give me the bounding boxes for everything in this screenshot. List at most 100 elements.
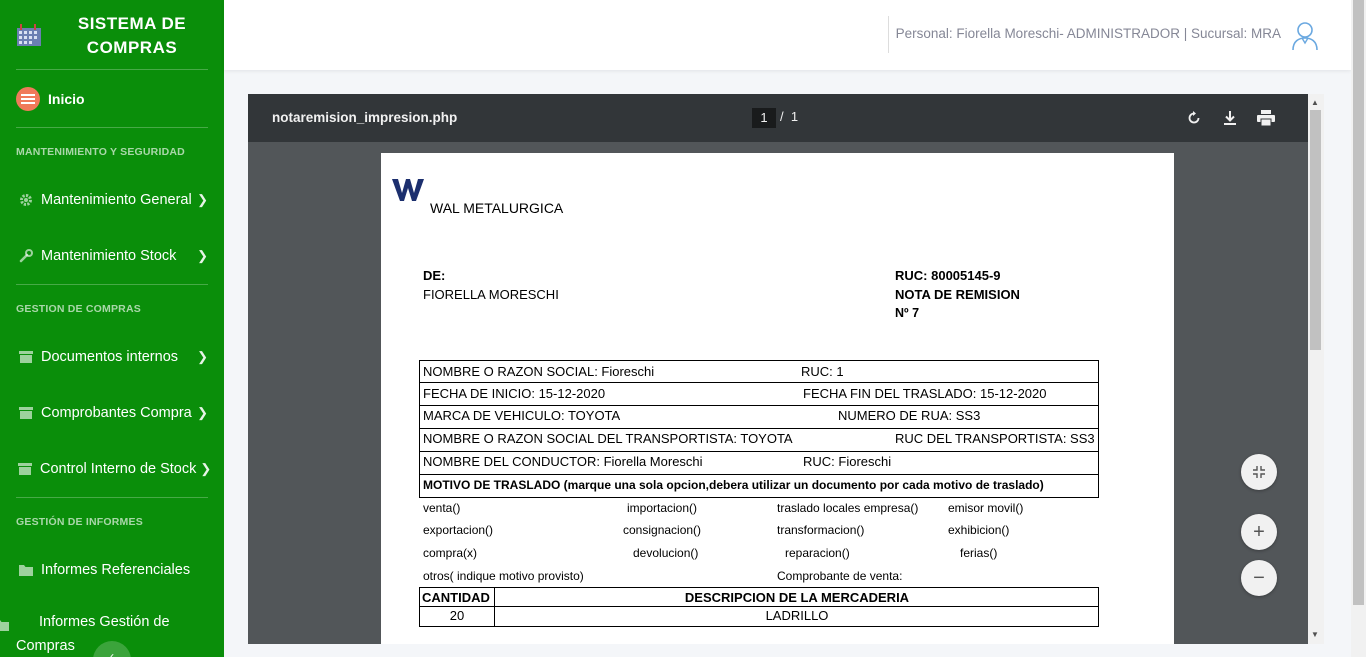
info-cell: NOMBRE O RAZON SOCIAL: Fioreschi	[423, 364, 655, 379]
motive-option: devolucion()	[633, 546, 699, 560]
chevron-up-icon: ‹	[110, 649, 114, 657]
folder-icon	[0, 615, 9, 639]
section-heading-purchases: GESTION DE COMPRAS	[16, 303, 141, 315]
topbar: Personal: Fiorella Moreschi- ADMINISTRAD…	[224, 0, 1351, 70]
chevron-right-icon: ❯	[197, 349, 208, 364]
motive-option: reparacion()	[785, 546, 850, 560]
page-scrollbar[interactable]	[1351, 0, 1366, 657]
scroll-down-icon[interactable]: ▼	[1311, 630, 1319, 639]
info-row: NOMBRE O RAZON SOCIAL: Fioreschi RUC: 1	[419, 360, 1099, 383]
archive-box-icon	[18, 463, 32, 475]
document-type: NOTA DE REMISION	[895, 287, 1020, 302]
gear-icon	[18, 193, 33, 207]
motive-header-row: MOTIVO DE TRASLADO (marque una sola opci…	[419, 475, 1099, 498]
page-count: / 1	[780, 109, 798, 124]
motive-option: Comprobante de venta:	[777, 569, 903, 583]
user-info[interactable]: Personal: Fiorella Moreschi- ADMINISTRAD…	[896, 26, 1281, 41]
fit-page-icon	[1253, 466, 1265, 478]
pdf-filename: notaremision_impresion.php	[272, 110, 458, 125]
print-icon	[1257, 110, 1275, 126]
brand[interactable]: SISTEMA DE COMPRAS	[16, 0, 208, 70]
table-header-description: DESCRIPCION DE LA MERCADERIA	[684, 590, 910, 605]
viewer-scroll-thumb[interactable]	[1310, 110, 1321, 350]
page-scroll-thumb[interactable]	[1353, 0, 1364, 605]
info-row: FECHA DE INICIO: 15-12-2020 FECHA FIN DE…	[419, 383, 1099, 406]
motive-option: otros( indique motivo provisto)	[423, 569, 584, 583]
document-number: Nº 7	[895, 306, 920, 320]
page-separator: /	[780, 109, 784, 124]
motive-option: ferias()	[960, 546, 998, 560]
chevron-right-icon: ❯	[197, 192, 208, 207]
archive-box-icon	[18, 407, 33, 419]
user-avatar-icon[interactable]	[1289, 19, 1321, 51]
section-heading-security: MANTENIMIENTO Y SEGURIDAD	[16, 146, 185, 158]
nav-item-label: Informes Referenciales	[41, 562, 191, 578]
company-name: WAL METALURGICA	[430, 200, 564, 216]
info-cell: FECHA FIN DEL TRASLADO: 15-12-2020	[803, 386, 1047, 401]
motive-option: emisor movil()	[948, 501, 1024, 515]
sidebar: SISTEMA DE COMPRAS Inicio MANTENIMIENTO …	[0, 0, 224, 657]
info-cell: RUC DEL TRANSPORTISTA: SS3	[895, 431, 1095, 446]
info-row: NOMBRE DEL CONDUCTOR: Fiorella Moreschi …	[419, 452, 1099, 475]
company-logo	[392, 179, 424, 201]
rotate-button[interactable]	[1182, 106, 1206, 130]
motive-option: exhibicion()	[948, 523, 1010, 537]
info-cell: FECHA DE INICIO: 15-12-2020	[423, 386, 606, 401]
motive-header: MOTIVO DE TRASLADO (marque una sola opci…	[423, 478, 1044, 492]
company-ruc: RUC: 80005145-9	[895, 268, 1001, 283]
nav-item-label: Mantenimiento Stock	[41, 248, 177, 264]
download-button[interactable]	[1218, 106, 1242, 130]
nav-item-general-maintenance[interactable]: Mantenimiento General ❯	[0, 172, 224, 228]
motive-option: exportacion()	[423, 523, 494, 537]
nav-item-label: Control Interno de Stock	[40, 461, 197, 477]
nav-item-purchase-receipts[interactable]: Comprobantes Compra ❯	[0, 385, 224, 441]
goods-table-header: CANTIDAD DESCRIPCION DE LA MERCADERIA	[419, 587, 1099, 607]
page-number-input[interactable]: 1	[752, 108, 776, 128]
info-cell: RUC: Fioreschi	[803, 454, 892, 469]
nav-item-label: Mantenimiento General	[41, 192, 192, 208]
zoom-out-button[interactable]: −	[1241, 560, 1277, 596]
motive-option: venta()	[423, 501, 461, 515]
chevron-right-icon: ❯	[197, 248, 208, 263]
chevron-right-icon: ❯	[197, 405, 208, 420]
motive-option: traslado locales empresa()	[777, 501, 919, 515]
minus-icon: −	[1253, 566, 1265, 589]
archive-box-icon	[18, 351, 33, 363]
calendar-grid-icon	[17, 24, 41, 46]
info-cell: NUMERO DE RUA: SS3	[838, 408, 981, 423]
from-label: DE:	[423, 268, 446, 283]
nav-home[interactable]: Inicio	[16, 70, 208, 128]
folder-icon	[18, 564, 33, 576]
pdf-viewer: notaremision_impresion.php 1 / 1 WAL MET…	[248, 94, 1308, 644]
download-icon	[1224, 111, 1236, 125]
home-dashboard-icon	[16, 86, 40, 111]
zoom-in-button[interactable]: +	[1241, 514, 1277, 550]
pdf-page: WAL METALURGICA DE: FIORELLA MORESCHI RU…	[381, 153, 1174, 644]
print-button[interactable]	[1254, 106, 1278, 130]
plus-icon: +	[1253, 520, 1265, 543]
wrench-icon	[18, 249, 33, 263]
table-cell-description: LADRILLO	[765, 608, 829, 623]
page-total: 1	[790, 109, 799, 124]
chevron-right-icon: ❯	[200, 461, 212, 476]
info-cell: MARCA DE VEHICULO: TOYOTA	[423, 408, 621, 423]
table-header-quantity: CANTIDAD	[422, 590, 490, 605]
viewer-scrollbar[interactable]: ▲ ▼	[1308, 94, 1324, 644]
motive-option: compra(x)	[423, 546, 478, 560]
nav-item-internal-documents[interactable]: Documentos internos ❯	[0, 329, 224, 385]
nav-item-label: Comprobantes Compra	[41, 405, 192, 421]
motive-option: transformacion()	[777, 523, 865, 537]
nav-item-reference-reports[interactable]: Informes Referenciales	[0, 542, 224, 598]
info-cell: RUC: 1	[801, 364, 844, 379]
fit-page-button[interactable]	[1241, 454, 1277, 490]
brand-title: SISTEMA DE COMPRAS	[56, 12, 208, 60]
info-cell: NOMBRE O RAZON SOCIAL DEL TRANSPORTISTA:…	[423, 431, 793, 446]
brand-title-line2: COMPRAS	[86, 38, 178, 57]
info-cell: NOMBRE DEL CONDUCTOR: Fiorella Moreschi	[423, 454, 703, 469]
pdf-toolbar: notaremision_impresion.php 1 / 1	[248, 94, 1308, 142]
scroll-up-icon[interactable]: ▲	[1311, 98, 1319, 107]
nav-item-stock-maintenance[interactable]: Mantenimiento Stock ❯	[0, 228, 224, 284]
motive-option: consignacion()	[623, 523, 702, 537]
nav-item-stock-control[interactable]: Control Interno de Stock ❯	[0, 441, 224, 497]
info-row: MARCA DE VEHICULO: TOYOTA NUMERO DE RUA:…	[419, 406, 1099, 429]
